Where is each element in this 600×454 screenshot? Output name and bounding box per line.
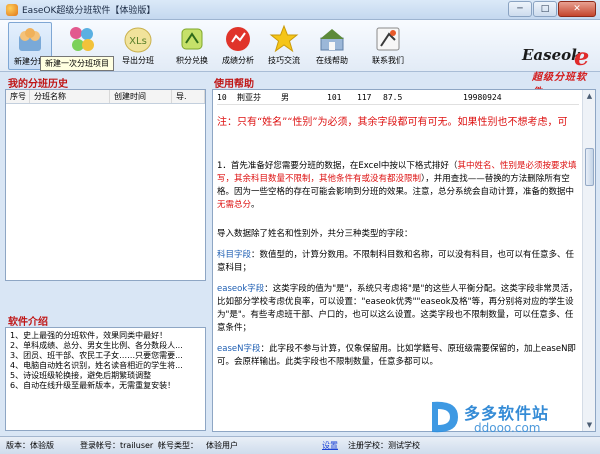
- sample-data-row: 10 荆亚芬 男 101 117 87.5 19980924: [217, 92, 579, 105]
- version-status: 版本：体验版: [6, 441, 54, 450]
- school-status: 注册学校：测试学校: [348, 441, 420, 450]
- account-type-value: 体验用户: [206, 441, 238, 450]
- help-scrollbar[interactable]: ▲ ▼: [582, 90, 595, 431]
- star-tips-icon: [269, 24, 299, 53]
- brand-mark: e: [574, 42, 590, 71]
- tips-exchange-button[interactable]: 技巧交流: [262, 22, 306, 70]
- export-class-button[interactable]: XLs 导出分班: [116, 22, 160, 70]
- history-table[interactable]: 序号 分班名称 创建时间 导.: [5, 89, 206, 281]
- points-exchange-button[interactable]: 积分兑换: [170, 22, 214, 70]
- cell: 19980924: [463, 93, 502, 102]
- toolbar-label: 积分兑换: [176, 56, 208, 65]
- close-button[interactable]: ✕: [558, 1, 596, 17]
- status-bar: 版本：体验版 登录帐号：trailuser 帐号类型： 体验用户 设置 注册学校…: [0, 436, 600, 454]
- column-header[interactable]: 创建时间: [110, 90, 172, 103]
- cell: 87.5: [383, 93, 403, 102]
- watermark-logo-icon: [432, 401, 458, 433]
- toolbar-label: 技巧交流: [268, 56, 300, 65]
- account-type-label: 帐号类型：: [158, 441, 198, 450]
- cell: 10: [217, 93, 227, 102]
- window-title: EaseOK超级分班软件【体验版】: [22, 6, 156, 16]
- toolbar-label: 成绩分析: [222, 56, 254, 65]
- toolbar-label: 导出分班: [122, 56, 154, 65]
- app-icon: [6, 3, 18, 16]
- points-exchange-icon: [181, 28, 203, 50]
- cell: 101: [327, 93, 342, 102]
- cell: 荆亚芬: [237, 93, 261, 102]
- column-header[interactable]: 导.: [172, 90, 205, 103]
- window-controls: ─ □ ✕: [508, 1, 596, 17]
- help-paragraph-3: 科目字段：数值型的，计算分数用。不限制科目数和名称，可以没有科目，也可以有任意多…: [217, 250, 575, 273]
- intro-list: 1、史上最强的分班软件，效果同类中最好！ 2、单科成绩、总分、男女生比例、各分数…: [10, 331, 201, 391]
- cell: 117: [357, 93, 372, 102]
- list-item: 2、单科成绩、总分、男女生比例、各分数段人...: [10, 341, 183, 350]
- account-status: 登录帐号：trailuser: [80, 441, 154, 450]
- svg-text:XLs: XLs: [129, 36, 147, 47]
- new-class-icon: [19, 28, 41, 51]
- brand-name: Easeok: [522, 46, 582, 64]
- grade-analysis-icon: [226, 27, 250, 51]
- new-class-tooltip: 新建一次分班项目: [40, 56, 114, 71]
- watermark: 多多软件站 ddooo.com: [424, 398, 594, 438]
- grade-analysis-button[interactable]: 成绩分析: [216, 22, 260, 70]
- intro-heading: 软件介绍: [8, 317, 48, 328]
- list-item: 6、自动在线升级至最新版本，无需重复安装！: [10, 381, 176, 390]
- list-item: 1、史上最强的分班软件，效果同类中最好！: [10, 331, 168, 340]
- scroll-up-icon[interactable]: ▲: [583, 90, 595, 102]
- list-item: 3、团员、班干部、农民工子女……只要您需要...: [10, 351, 183, 360]
- history-table-header: 序号 分班名称 创建时间 导.: [6, 90, 205, 104]
- help-paragraph-5: easeN字段：此字段不参与计算，仅象保留用。比如学籍号、原班级需要保留的，加上…: [217, 344, 576, 367]
- cell: 男: [281, 93, 289, 102]
- help-heading: 使用帮助: [214, 79, 254, 90]
- title-bar: EaseOK超级分班软件【体验版】 ─ □ ✕: [0, 0, 600, 20]
- online-help-button[interactable]: 在线帮助: [310, 22, 354, 70]
- brand-logo: Easeok e 超级分班软件: [522, 42, 594, 98]
- list-item: 4、电脑自动姓名识别，姓名读音相近的学生将...: [10, 361, 183, 370]
- help-paragraph-1: 1．首先准备好您需要分班的数据，在Excel中按以下格式排好（其中姓名、性别是必…: [217, 161, 577, 210]
- help-paragraph-4: easeok字段：这类字段的值为"是"，系统只考虑将"是"的这些人平衡分配。这类…: [217, 284, 578, 333]
- open-bubbles-icon: [70, 27, 94, 51]
- help-panel[interactable]: 10 荆亚芬 男 101 117 87.5 19980924 注：只有“姓名”“…: [212, 89, 596, 432]
- minimize-button[interactable]: ─: [508, 1, 532, 17]
- contact-icon: [376, 27, 400, 51]
- settings-link[interactable]: 设置: [322, 437, 338, 454]
- history-heading: 我的分班历史: [8, 79, 68, 90]
- watermark-url: ddooo.com: [474, 421, 541, 435]
- help-paragraph-2: 导入数据除了姓名和性别外，共分三种类型的字段：: [217, 229, 413, 239]
- list-item: 5、诗设班级轮换接，避免后期繁琐调整: [10, 371, 152, 380]
- column-header[interactable]: 分班名称: [30, 90, 110, 103]
- contact-us-button[interactable]: 联系我们: [366, 22, 410, 70]
- intro-panel: 1、史上最强的分班软件，效果同类中最好！ 2、单科成绩、总分、男女生比例、各分数…: [5, 327, 206, 431]
- column-header[interactable]: 序号: [6, 90, 30, 103]
- xls-export-icon: XLs: [124, 27, 152, 53]
- scroll-thumb[interactable]: [585, 148, 594, 186]
- maximize-button[interactable]: □: [533, 1, 557, 17]
- help-content: 10 荆亚芬 男 101 117 87.5 19980924 注：只有“姓名”“…: [213, 90, 583, 431]
- toolbar-label: 联系我们: [372, 56, 404, 65]
- required-fields-note: 注：只有“姓名”“性别”为必须，其余字段都可有可无。如果性别也不想考虑，可: [217, 117, 568, 128]
- toolbar-label: 在线帮助: [316, 56, 348, 65]
- online-help-icon: [320, 29, 344, 51]
